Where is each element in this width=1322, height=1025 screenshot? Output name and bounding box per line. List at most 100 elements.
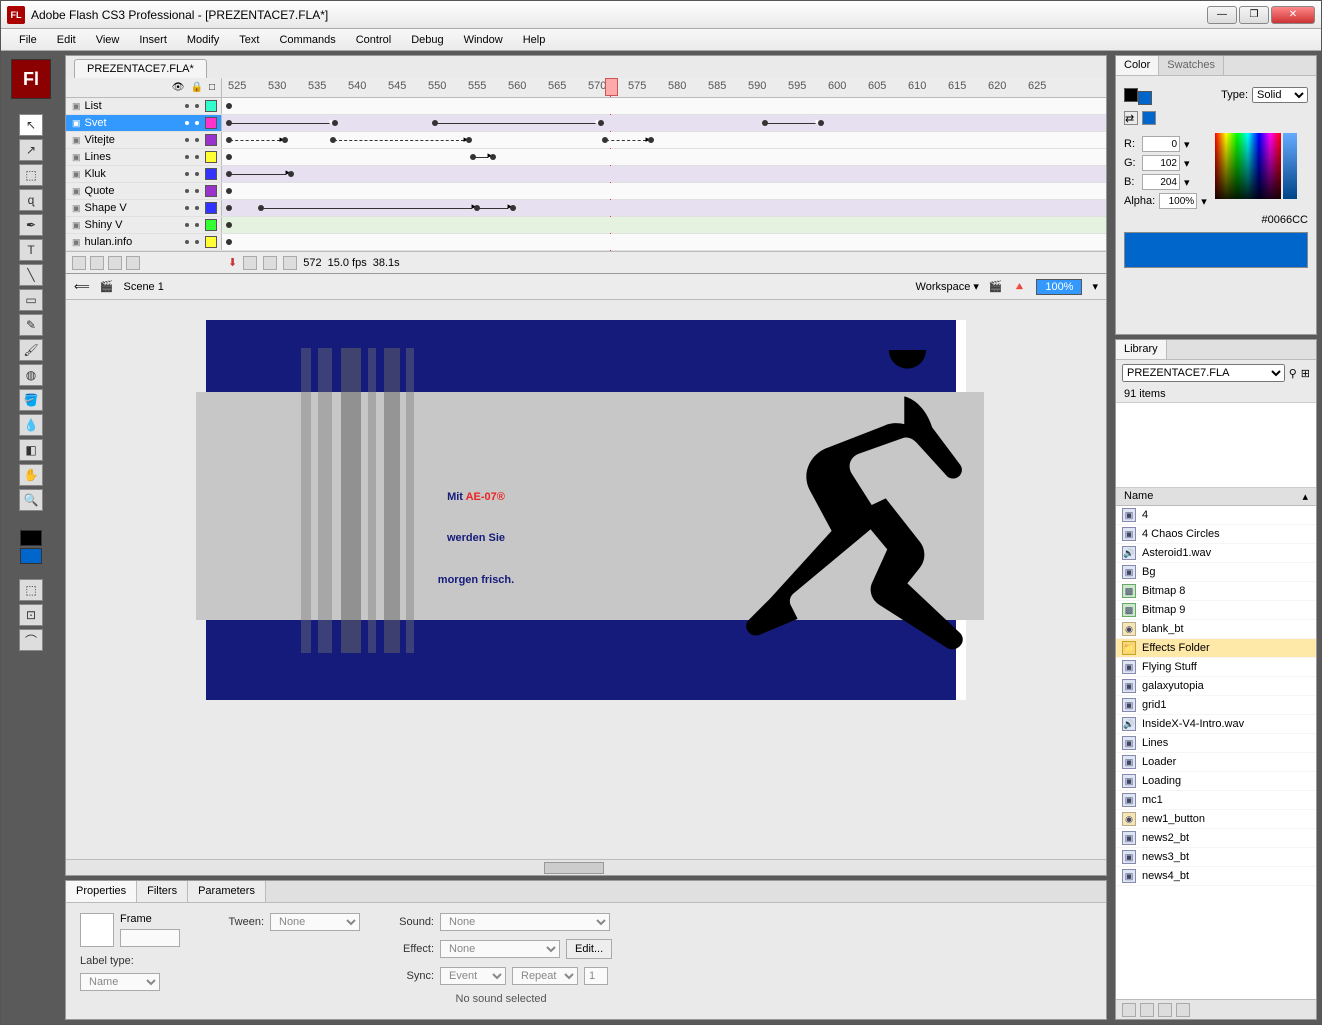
library-item[interactable]: ▣4 — [1116, 506, 1316, 525]
lib-col-name[interactable]: Name — [1124, 490, 1153, 503]
library-item[interactable]: ▣4 Chaos Circles — [1116, 525, 1316, 544]
pin-library-icon[interactable]: ⚲ — [1289, 367, 1297, 380]
library-item[interactable]: 🔊InsideX-V4-Intro.wav — [1116, 715, 1316, 734]
frame-label-input[interactable] — [120, 929, 180, 947]
onion-skin-button[interactable] — [243, 256, 257, 270]
edit-multiple-button[interactable] — [283, 256, 297, 270]
menu-commands[interactable]: Commands — [269, 31, 345, 49]
layer-row[interactable]: ▣Quote — [66, 183, 1106, 200]
stage-area[interactable]: Mit AE-07® werden Sie morgen frisch. — [66, 300, 1106, 859]
lock-icon[interactable]: 🔒 — [191, 82, 203, 93]
menu-file[interactable]: File — [9, 31, 47, 49]
layer-row[interactable]: ▣Vitejte — [66, 132, 1106, 149]
edit-symbol-button[interactable]: 🔺 — [1013, 280, 1027, 293]
zoom-dropdown[interactable]: ▾ — [1092, 280, 1098, 293]
layer-row[interactable]: ▣List — [66, 98, 1106, 115]
tab-properties[interactable]: Properties — [66, 881, 137, 902]
subselect-tool[interactable]: ↗ — [19, 139, 43, 161]
layer-row[interactable]: ▣Lines — [66, 149, 1106, 166]
sound-select[interactable]: None — [440, 913, 610, 931]
delete-layer-button[interactable] — [126, 256, 140, 270]
frame-ruler[interactable]: 5255305355405455505555605655705755805855… — [222, 78, 1106, 97]
pen-tool[interactable]: ✒ — [19, 214, 43, 236]
properties-button[interactable] — [1158, 1003, 1172, 1017]
stroke-swatch[interactable] — [20, 530, 42, 546]
onion-skin-outline-button[interactable] — [263, 256, 277, 270]
library-item[interactable]: 🔊Asteroid1.wav — [1116, 544, 1316, 563]
library-file-select[interactable]: PREZENTACE7.FLA — [1122, 364, 1285, 382]
menu-modify[interactable]: Modify — [177, 31, 229, 49]
edit-scene-icon[interactable]: ⟸ — [74, 280, 90, 293]
tab-filters[interactable]: Filters — [137, 881, 188, 902]
menu-text[interactable]: Text — [229, 31, 269, 49]
new-layer-button[interactable] — [72, 256, 86, 270]
repeat-count-input[interactable] — [584, 967, 608, 985]
stage-scrollbar-h[interactable] — [66, 859, 1106, 875]
menu-debug[interactable]: Debug — [401, 31, 453, 49]
line-tool[interactable]: ╲ — [19, 264, 43, 286]
swap-colors-icon[interactable]: ⇄ — [1124, 111, 1138, 125]
eyedropper-tool[interactable]: 💧 — [19, 414, 43, 436]
layer-row[interactable]: ▣Svet — [66, 115, 1106, 132]
brush-tool[interactable]: 🖌 — [19, 339, 43, 361]
stage[interactable]: Mit AE-07® werden Sie morgen frisch. — [206, 320, 966, 700]
b-input[interactable] — [1142, 174, 1180, 190]
menu-control[interactable]: Control — [346, 31, 401, 49]
menu-insert[interactable]: Insert — [129, 31, 177, 49]
alpha-input[interactable] — [1159, 193, 1197, 209]
layer-row[interactable]: ▣hulan.info — [66, 234, 1106, 251]
new-folder-button[interactable] — [1140, 1003, 1154, 1017]
workspace-menu[interactable]: Workspace ▾ — [916, 280, 979, 293]
tween-select[interactable]: None — [270, 913, 360, 931]
library-item[interactable]: ▩Bitmap 8 — [1116, 582, 1316, 601]
menu-edit[interactable]: Edit — [47, 31, 86, 49]
hex-value[interactable]: #0066CC — [1262, 214, 1308, 226]
layer-row[interactable]: ▣Shape V — [66, 200, 1106, 217]
new-library-icon[interactable]: ⊞ — [1301, 367, 1310, 380]
selection-tool[interactable]: ↖ — [19, 114, 43, 136]
library-item[interactable]: ▣Loader — [1116, 753, 1316, 772]
library-item[interactable]: ▣Loading — [1116, 772, 1316, 791]
ink-bottle-tool[interactable]: ◍ — [19, 364, 43, 386]
layer-row[interactable]: ▣Shiny V — [66, 217, 1106, 234]
library-item[interactable]: ▣news4_bt — [1116, 867, 1316, 886]
snap-option[interactable]: ⌒ — [19, 629, 43, 651]
library-item[interactable]: ▣grid1 — [1116, 696, 1316, 715]
tab-library[interactable]: Library — [1116, 340, 1167, 359]
minimize-button[interactable]: — — [1207, 6, 1237, 24]
tab-swatches[interactable]: Swatches — [1159, 56, 1224, 75]
document-tab[interactable]: PREZENTACE7.FLA* — [74, 59, 207, 78]
library-item[interactable]: ▩Bitmap 9 — [1116, 601, 1316, 620]
free-transform-tool[interactable]: ⬚ — [19, 164, 43, 186]
menu-view[interactable]: View — [86, 31, 130, 49]
brightness-strip[interactable] — [1283, 133, 1297, 199]
fill-color-icon[interactable] — [1138, 91, 1152, 105]
sync-select[interactable]: Event — [440, 967, 506, 985]
scene-name[interactable]: Scene 1 — [123, 281, 163, 293]
library-item[interactable]: ◉blank_bt — [1116, 620, 1316, 639]
labeltype-select[interactable]: Name — [80, 973, 160, 991]
menu-help[interactable]: Help — [513, 31, 556, 49]
delete-button[interactable] — [1176, 1003, 1190, 1017]
playhead[interactable] — [610, 78, 611, 97]
pencil-tool[interactable]: ✎ — [19, 314, 43, 336]
fill-swatch[interactable] — [20, 548, 42, 564]
lasso-tool[interactable]: ɋ — [19, 189, 43, 211]
colortype-select[interactable]: Solid — [1252, 87, 1308, 103]
library-item[interactable]: ▣Bg — [1116, 563, 1316, 582]
outline-icon[interactable]: □ — [209, 82, 215, 93]
new-symbol-button[interactable] — [1122, 1003, 1136, 1017]
hand-tool[interactable]: ✋ — [19, 464, 43, 486]
library-list[interactable]: ▣4▣4 Chaos Circles🔊Asteroid1.wav▣Bg▩Bitm… — [1116, 506, 1316, 999]
rectangle-tool[interactable]: ▭ — [19, 289, 43, 311]
eraser-tool[interactable]: ◧ — [19, 439, 43, 461]
edit-scene-button[interactable]: 🎬 — [989, 280, 1003, 293]
tab-parameters[interactable]: Parameters — [188, 881, 266, 902]
tab-color[interactable]: Color — [1116, 56, 1159, 75]
zoom-level[interactable]: 100% — [1036, 279, 1082, 295]
library-item[interactable]: ◉new1_button — [1116, 810, 1316, 829]
default-colors-icon[interactable] — [1142, 111, 1156, 125]
effect-select[interactable]: None — [440, 940, 560, 958]
layer-row[interactable]: ▣Kluk — [66, 166, 1106, 183]
tool-option-2[interactable]: ⊡ — [19, 604, 43, 626]
